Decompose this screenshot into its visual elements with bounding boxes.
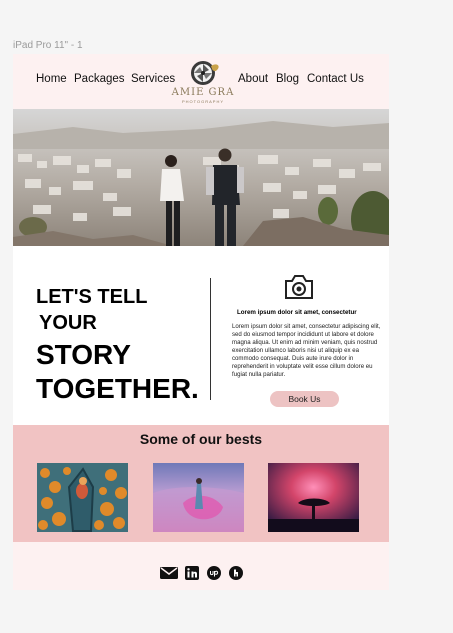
nav-contact[interactable]: Contact Us	[307, 73, 364, 85]
email-icon[interactable]	[160, 566, 178, 580]
gallery-photo-1[interactable]	[37, 463, 128, 532]
camera-shutter-logo-icon	[191, 61, 219, 85]
story-subtitle: Lorem ipsum dolor sit amet, consectetur	[237, 309, 357, 316]
nav-about[interactable]: About	[238, 73, 268, 85]
story-section: LET'S TELL YOUR STORY TOGETHER. Lorem ip…	[13, 246, 389, 425]
book-us-button[interactable]: Book Us	[270, 391, 339, 407]
headline-line-1: LET'S TELL	[36, 286, 148, 308]
story-body: Lorem ipsum dolor sit amet, consectetur …	[232, 323, 381, 378]
vertical-divider	[210, 278, 211, 400]
camera-icon	[285, 275, 313, 299]
nav-home[interactable]: Home	[36, 73, 67, 85]
gallery-section: Some of our bests	[13, 425, 389, 542]
gallery-photo-2[interactable]	[153, 463, 244, 532]
headline-line-4: TOGETHER.	[36, 373, 199, 404]
linkedin-icon[interactable]	[185, 566, 199, 580]
headline-line-2: YOUR	[39, 312, 97, 334]
nav-packages[interactable]: Packages	[74, 73, 125, 85]
headline-line-3: STORY	[36, 339, 131, 370]
gallery-title: Some of our bests	[139, 431, 263, 447]
hero-image	[13, 109, 389, 246]
brand-logo[interactable]: AMIE GRA PHOTOGRAPHY	[167, 60, 239, 106]
frame-label: iPad Pro 11" - 1	[13, 40, 83, 51]
logo-wordmark: AMIE GRA	[171, 87, 235, 98]
top-nav: Home Packages Services AMIE GRA PHOTOGRA…	[13, 54, 389, 109]
page-frame: Home Packages Services AMIE GRA PHOTOGRA…	[13, 54, 389, 590]
gallery-photo-3[interactable]	[268, 463, 359, 532]
houzz-icon[interactable]	[229, 566, 243, 580]
nav-blog[interactable]: Blog	[276, 73, 299, 85]
upwork-icon[interactable]	[207, 566, 221, 580]
logo-tagline: PHOTOGRAPHY	[181, 99, 225, 104]
footer	[13, 542, 389, 590]
